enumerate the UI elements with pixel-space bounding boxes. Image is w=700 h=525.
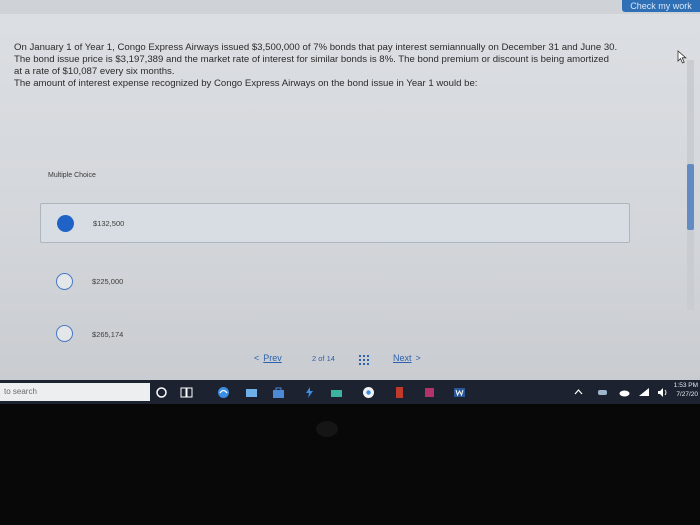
next-label: Next <box>393 353 412 363</box>
choice-option-3[interactable]: $265,174 <box>40 317 630 357</box>
chevron-up-icon[interactable] <box>572 386 585 399</box>
app-icon-magenta[interactable] <box>423 386 436 399</box>
question-line-4: The amount of interest expense recognize… <box>14 78 478 89</box>
clock-time: 1:53 PM <box>673 382 698 389</box>
chevron-right-icon: > <box>415 353 421 363</box>
chrome-icon[interactable] <box>362 386 375 399</box>
tray-app-icon[interactable] <box>596 386 609 399</box>
radio-unselected-icon[interactable] <box>56 273 73 290</box>
laptop-logo-icon <box>316 421 338 437</box>
chevron-left-icon: < <box>254 353 260 363</box>
choice-option-1[interactable]: $132,500 <box>40 203 630 243</box>
multiple-choice-label: Multiple Choice <box>48 172 96 179</box>
question-text: On January 1 of Year 1, Congo Express Ai… <box>14 42 664 90</box>
monitor-bezel <box>0 404 700 525</box>
edge-icon[interactable] <box>217 386 230 399</box>
question-line-2: The bond issue price is $3,197,389 and t… <box>14 54 609 65</box>
app-icon-lightning[interactable] <box>303 386 316 399</box>
scrollbar-thumb[interactable] <box>687 164 694 230</box>
taskbar-clock[interactable]: 1:53 PM 7/27/20 <box>668 381 698 399</box>
word-icon[interactable] <box>453 386 466 399</box>
question-pager: < Prev 2 of 14 Next > <box>250 353 450 367</box>
choice-option-2[interactable]: $225,000 <box>40 262 630 302</box>
check-my-work-button[interactable]: Check my work <box>622 0 700 12</box>
cortana-icon[interactable] <box>155 386 168 399</box>
top-strip <box>0 0 700 14</box>
taskbar: to search 1:53 PM 7/27/20 <box>0 380 700 404</box>
folder-icon[interactable] <box>330 386 343 399</box>
cloud-icon[interactable] <box>618 386 631 399</box>
radio-selected-icon[interactable] <box>57 215 74 232</box>
grid-icon[interactable] <box>359 355 369 365</box>
choice-option-3-text: $265,174 <box>92 330 124 339</box>
radio-unselected-icon[interactable] <box>56 325 73 342</box>
question-line-1: On January 1 of Year 1, Congo Express Ai… <box>14 42 618 53</box>
store-icon[interactable] <box>272 386 285 399</box>
app-icon-red[interactable] <box>393 386 406 399</box>
clock-date: 7/27/20 <box>676 391 698 398</box>
browser-viewport: Check my work On January 1 of Year 1, Co… <box>0 0 700 380</box>
choice-option-1-text: $132,500 <box>93 219 125 228</box>
prev-link[interactable]: < Prev <box>254 353 282 363</box>
question-line-3: at a rate of $10,087 every six months. <box>14 66 175 77</box>
wifi-icon[interactable] <box>638 386 651 399</box>
choice-option-2-text: $225,000 <box>92 277 124 286</box>
prev-label: Prev <box>263 353 282 363</box>
next-link[interactable]: Next > <box>393 353 421 363</box>
taskbar-search-input[interactable]: to search <box>0 383 150 401</box>
task-view-icon[interactable] <box>180 386 193 399</box>
page-count: 2 of 14 <box>312 354 335 363</box>
mail-icon[interactable] <box>245 386 258 399</box>
